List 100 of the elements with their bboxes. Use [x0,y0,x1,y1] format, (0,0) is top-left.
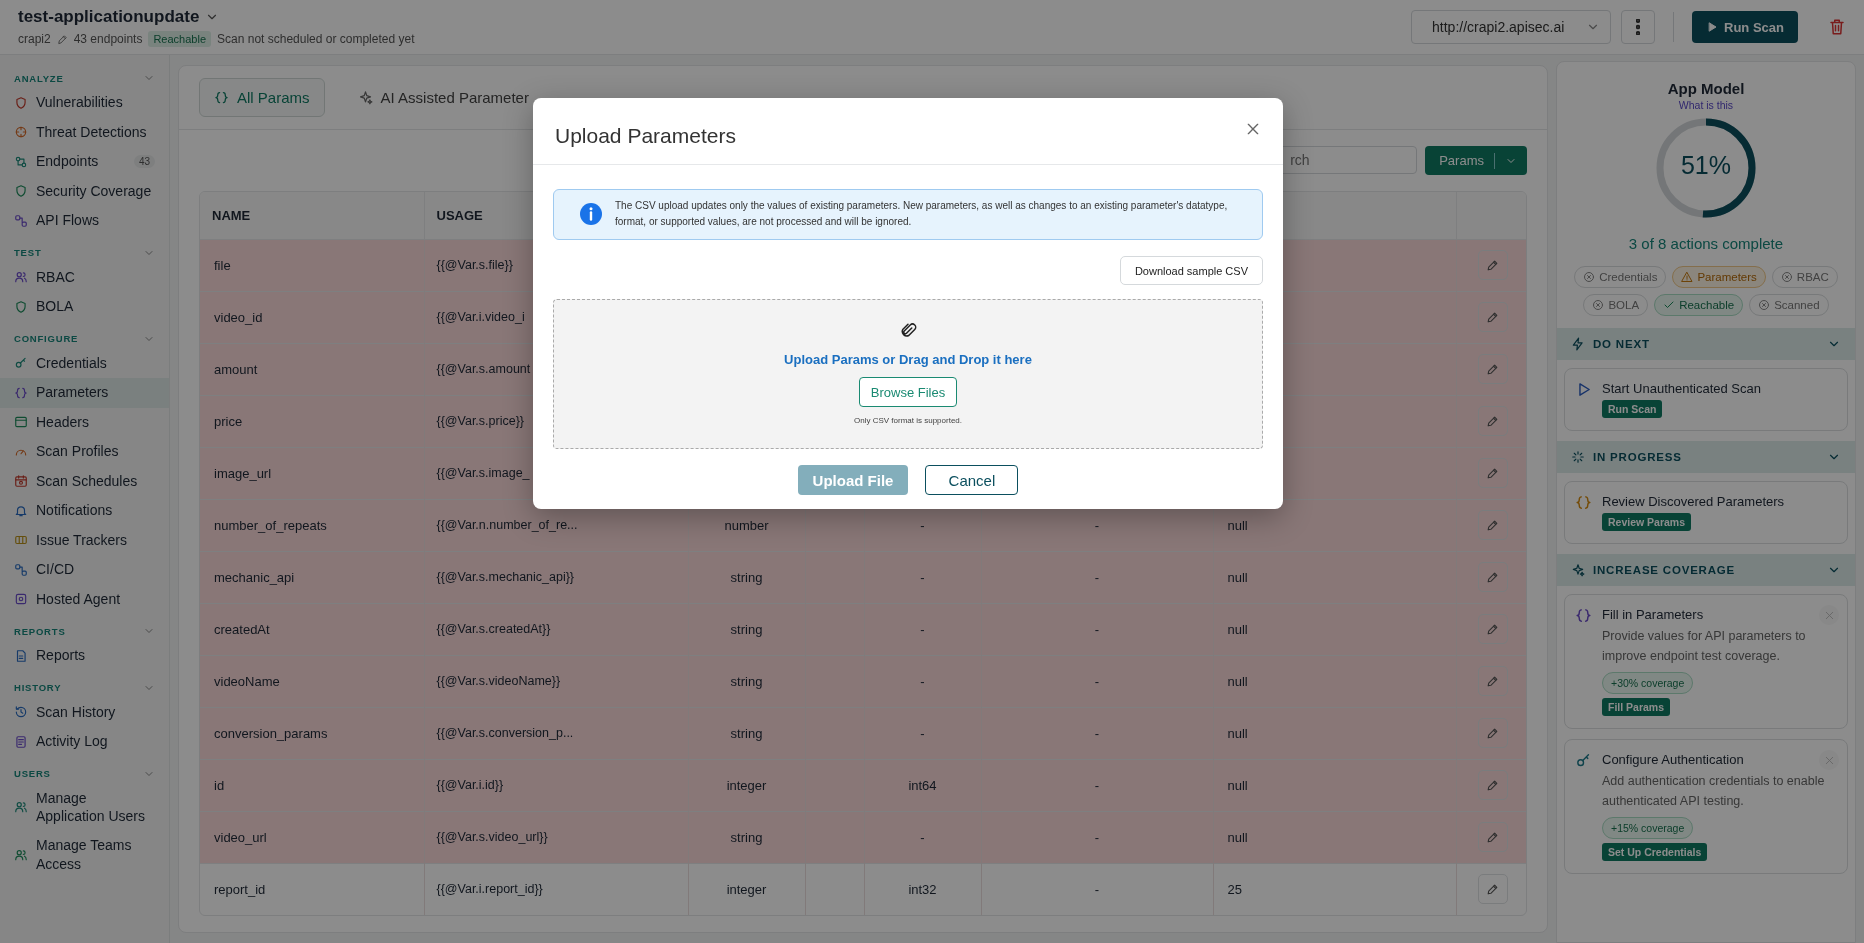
history-icon [14,705,28,720]
nav-item[interactable]: Activity Log [0,727,169,757]
nav-item[interactable]: API Flows [0,206,169,236]
section-header[interactable]: DO NEXT [1557,328,1855,360]
action-button[interactable]: Set Up Credentials [1602,843,1708,861]
params-button[interactable]: Params [1425,146,1527,175]
x-circle-icon [1583,271,1596,283]
table-cell: - [1094,673,1100,689]
edit-button[interactable] [1477,250,1508,280]
pencil-icon [1486,310,1499,324]
nav-item[interactable]: Hosted Agent [0,584,169,614]
edit-button[interactable] [1477,770,1508,800]
dismiss-button[interactable] [1819,605,1839,625]
nav-item[interactable]: Reports [0,641,169,671]
table-cell: - [920,517,925,533]
tab[interactable]: AI Assisted Parameter [342,78,544,117]
nav-item[interactable]: Scan History [0,697,169,727]
sparkle-icon [357,90,373,105]
nav-item[interactable]: BOLA [0,292,169,322]
close-button[interactable] [1245,121,1261,137]
table-cell: report_id [214,881,266,897]
section-header[interactable]: IN PROGRESS [1557,441,1855,473]
document-icon [14,648,28,663]
calendar-icon [14,474,28,489]
pencil-icon [1486,882,1499,896]
edit-button[interactable] [1477,718,1508,748]
edit-button[interactable] [1477,666,1508,696]
table-cell: null [1227,829,1248,845]
table-cell: - [920,621,925,637]
table-cell: {{@Var.i.id}} [436,778,504,792]
nav-item[interactable]: Vulnerabilities [0,88,169,118]
pencil-icon [1486,570,1499,584]
pencil-icon [1486,830,1499,844]
browse-button[interactable]: Browse Files [858,377,958,407]
table-cell: {{@Var.s.price}} [436,414,524,428]
table-cell: 25 [1227,881,1242,897]
table-cell: string [730,829,763,845]
edit-button[interactable] [1477,614,1508,644]
warning-icon [1681,271,1694,283]
close-icon [1823,754,1835,766]
more-button[interactable] [1621,10,1656,44]
edit-button[interactable] [1477,354,1508,384]
edit-button[interactable] [1477,302,1508,332]
table-cell: null [1227,777,1248,793]
action-button[interactable]: Run Scan [1602,400,1663,418]
section-label: REPORTS [14,625,66,637]
shield-icon [14,299,28,314]
edit-button[interactable] [1477,510,1508,540]
action-button[interactable]: Review Params [1602,513,1692,531]
table-cell: int64 [908,777,937,793]
section-header[interactable]: INCREASE COVERAGE [1557,554,1855,586]
edit-button[interactable] [1477,874,1508,905]
nav-item[interactable]: RBAC [0,262,169,292]
nav-item[interactable]: Scan Profiles [0,437,169,467]
table-cell: {{@Var.i.video_i [436,310,525,324]
edit-button[interactable] [1477,458,1508,488]
nav-item[interactable]: Security Coverage [0,176,169,206]
progress-summary: 3 of 8 actions complete [1628,235,1784,252]
run-scan-button[interactable]: Run Scan [1692,11,1798,43]
section-label: USERS [14,768,51,779]
table-cell: conversion_params [214,725,328,741]
edit-button[interactable] [1477,562,1508,592]
table-cell: video_url [214,829,267,845]
upload-prompt: Upload Params or Drag and Drop it here [784,352,1032,367]
pencil-icon [56,33,68,45]
nav-item[interactable]: Scan Schedules [0,466,169,496]
nav-item[interactable]: Manage Application Users [0,783,169,832]
card-description: Provide values for API parameters to improve endpoint test coverage. [1602,628,1807,665]
download-button[interactable]: Download sample CSV [1119,256,1263,285]
drop-zone[interactable]: Upload Params or Drag and Drop it here Browse Files Only CSV format is supported. [553,299,1263,449]
card-title: Review Discovered Parameters [1602,494,1785,509]
app-title: test-applicationupdate [18,7,200,27]
nav-item[interactable]: CI/CD [0,555,169,585]
table-cell: - [920,725,925,741]
count-badge: 43 [133,155,155,169]
key-icon [1575,752,1592,769]
shield-icon [14,95,28,110]
tab[interactable]: All Params [199,78,325,117]
nav-item[interactable]: Threat Detections [0,117,169,147]
server-icon [14,592,28,607]
nav-item[interactable]: Notifications [0,496,169,526]
cancel-button[interactable]: Cancel [925,465,1019,495]
help-link[interactable]: What is this [1678,99,1734,111]
edit-button[interactable] [1477,406,1508,436]
check-icon [1663,299,1676,311]
nav-item[interactable]: Issue Trackers [0,525,169,555]
table-cell: null [1227,725,1248,741]
project-name: crapi2 [18,32,51,46]
nav-item[interactable]: Credentials [0,348,169,378]
edit-button[interactable] [1477,822,1508,852]
nav-item[interactable]: Endpoints 43 [0,147,169,177]
bell-icon [14,503,28,518]
status-chip: Reachable [1654,294,1744,316]
action-button[interactable]: Fill Params [1602,698,1671,716]
nav-item[interactable]: Parameters [0,378,169,408]
table-cell: amount [214,361,258,377]
dismiss-button[interactable] [1819,750,1839,770]
url-select[interactable]: http://crapi2.apisec.ai [1411,10,1612,44]
nav-item[interactable]: Manage Teams Access [0,831,169,880]
trash-icon [1828,18,1846,36]
